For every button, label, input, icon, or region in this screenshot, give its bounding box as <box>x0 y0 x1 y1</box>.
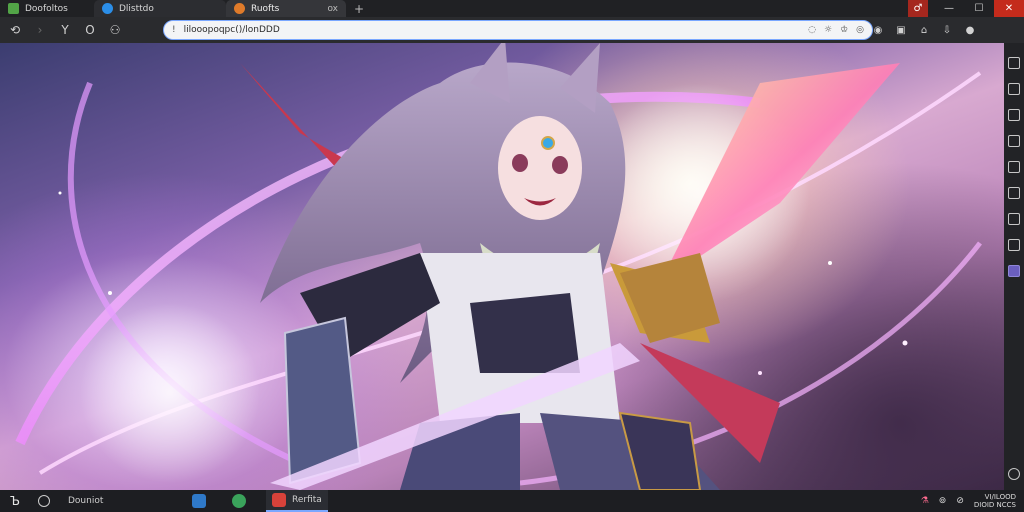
side-panel-icon[interactable] <box>1008 83 1020 95</box>
artwork-viewport <box>0 43 1004 490</box>
side-panel-app-icon[interactable] <box>1008 265 1020 277</box>
reload-icon[interactable]: Y <box>55 20 75 40</box>
browser-toolbar: ⟲ › Y O ⚇ ! lilooopoqpc()/lonDDD ◌ ☼ ♔ ◎… <box>0 17 1024 43</box>
sparkle <box>902 340 908 346</box>
start-icon[interactable]: Ъ <box>10 494 20 508</box>
tab-2[interactable]: Dlisttdo <box>94 0 226 17</box>
url-text[interactable]: lilooopoqpc()/lonDDD <box>184 25 280 35</box>
new-tab-button[interactable]: + <box>346 2 372 16</box>
tab-bar: Doofoltos Dlisttdo Ruofts ox + ♂ — ☐ ✕ <box>0 0 1024 17</box>
tab-3-label: Ruofts <box>251 3 280 14</box>
app-icon <box>192 494 206 508</box>
app-icon <box>232 494 246 508</box>
system-tray: ⚗ ⊚ ⊘ VI/ILOOD DIOID NCCS <box>921 490 1016 512</box>
taskbar-left: Ъ Douniot <box>0 494 103 508</box>
right-eye <box>552 156 568 174</box>
side-panel-settings-icon[interactable] <box>1008 468 1020 480</box>
side-panel-icon[interactable] <box>1008 187 1020 199</box>
app-icon <box>272 493 286 507</box>
taskbar-search-label[interactable]: Douniot <box>68 496 103 506</box>
cloud-icon <box>102 3 113 14</box>
window-controls: ♂ — ☐ ✕ <box>908 0 1024 17</box>
forward-icon[interactable]: › <box>30 20 50 40</box>
home-icon[interactable]: O <box>80 20 100 40</box>
anime-warrior-artwork <box>15 43 982 490</box>
side-panel-icon[interactable] <box>1008 57 1020 69</box>
tab-1[interactable]: Doofoltos <box>0 0 94 17</box>
side-panel-icon[interactable] <box>1008 213 1020 225</box>
clock[interactable]: VI/ILOOD DIOID NCCS <box>974 493 1016 509</box>
sparkle <box>108 291 112 295</box>
site-info-icon[interactable]: ! <box>172 25 176 35</box>
omnibox-actions: ◌ ☼ ♔ ◎ <box>808 25 864 35</box>
maximize-button[interactable]: ☐ <box>964 0 994 17</box>
address-bar[interactable]: ! lilooopoqpc()/lonDDD ◌ ☼ ♔ ◎ <box>163 20 873 40</box>
side-panel-icon[interactable] <box>1008 239 1020 251</box>
extension-red-icon[interactable]: ♂ <box>908 0 928 17</box>
side-panel-icon[interactable] <box>1008 135 1020 147</box>
light-burst <box>80 303 260 483</box>
puzzle-icon <box>8 3 19 14</box>
sun-icon <box>234 3 245 14</box>
circlet-gem <box>541 136 555 150</box>
taskbar-app-3[interactable]: Rerfita <box>266 490 328 512</box>
taskbar-app-label: Rerfita <box>292 495 322 505</box>
tab-3-active[interactable]: Ruofts ox <box>226 0 346 17</box>
left-eye <box>512 154 528 172</box>
os-taskbar: Ъ Douniot Rerfita ⚗ ⊚ ⊘ VI/ILOOD DIOID N… <box>0 490 1024 512</box>
profile-icon[interactable]: ● <box>962 20 978 40</box>
close-button[interactable]: ✕ <box>994 0 1024 17</box>
record-icon[interactable]: ◉ <box>870 20 886 40</box>
sparkle <box>758 371 762 375</box>
taskbar-app-1[interactable] <box>186 490 212 512</box>
clock-time: VI/ILOOD <box>984 493 1016 501</box>
tab-close-icon[interactable]: ox <box>327 4 338 14</box>
chest-armor <box>470 293 580 373</box>
side-panel-icon[interactable] <box>1008 109 1020 121</box>
taskbar-apps: Rerfita <box>186 490 328 512</box>
tab-2-label: Dlisttdo <box>119 3 154 14</box>
home-alt-icon[interactable]: ⌂ <box>916 20 932 40</box>
crown-icon[interactable]: ♔ <box>840 25 848 35</box>
toolbar-right: ◉ ▣ ⌂ ⇩ ● <box>870 20 978 40</box>
screenshot-icon[interactable]: ▣ <box>893 20 909 40</box>
sparkle <box>828 261 832 265</box>
back-icon[interactable]: ⟲ <box>5 20 25 40</box>
search-icon[interactable] <box>38 495 50 507</box>
network-icon[interactable]: ⊚ <box>939 496 947 506</box>
target-icon[interactable]: ◎ <box>856 25 864 35</box>
sparkle <box>58 191 62 195</box>
minimize-button[interactable]: — <box>934 0 964 17</box>
extension-icon[interactable]: ⚇ <box>105 20 125 40</box>
volume-icon[interactable]: ⊘ <box>956 496 964 506</box>
browser-window: Doofoltos Dlisttdo Ruofts ox + ♂ — ☐ ✕ ⟲… <box>0 0 1024 512</box>
brightness-icon[interactable]: ☼ <box>824 25 832 35</box>
clock-date: DIOID NCCS <box>973 501 1016 509</box>
tray-icon[interactable]: ⚗ <box>921 496 929 506</box>
tab-1-label: Doofoltos <box>25 3 68 14</box>
download-icon[interactable]: ⇩ <box>939 20 955 40</box>
taskbar-app-2[interactable] <box>226 490 252 512</box>
search-icon[interactable]: ◌ <box>808 25 816 35</box>
side-panel-icon[interactable] <box>1008 161 1020 173</box>
side-panel <box>1004 43 1024 490</box>
